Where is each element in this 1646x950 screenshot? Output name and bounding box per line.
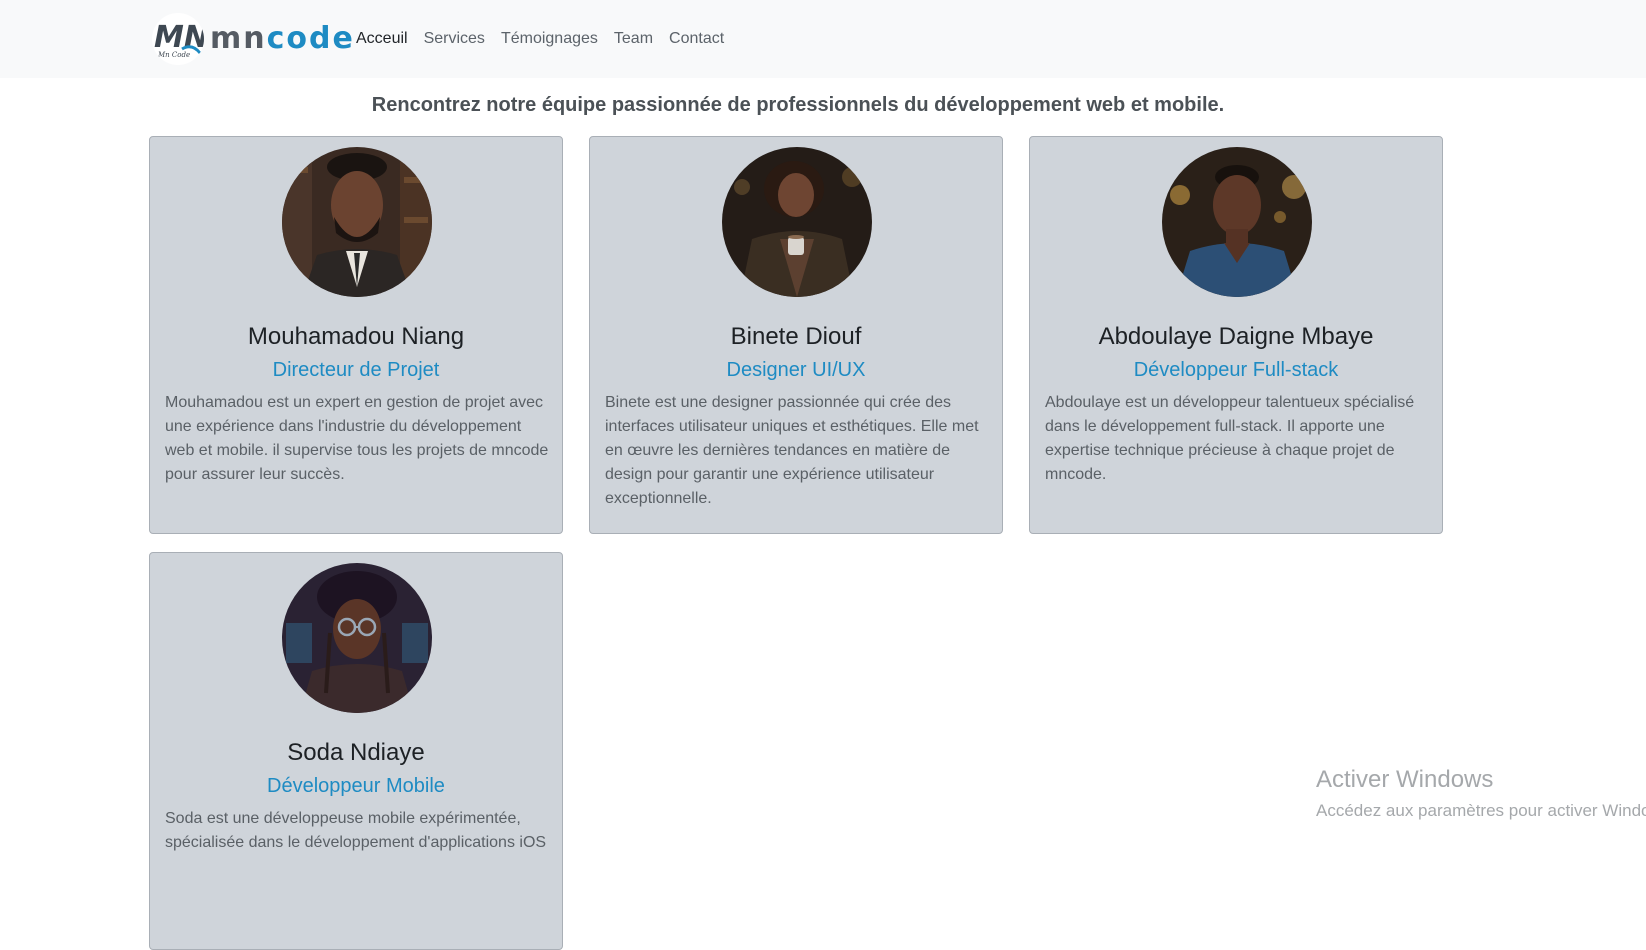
man-in-blue-shirt-avatar-icon xyxy=(1162,147,1312,297)
team-intro-heading: Rencontrez notre équipe passionnée de pr… xyxy=(371,94,1225,116)
nav-item-contact[interactable]: Contact xyxy=(669,28,724,50)
watermark-title: Activer Windows xyxy=(1316,766,1494,793)
team-card: Soda Ndiaye Développeur Mobile Soda est … xyxy=(149,552,563,950)
member-name: Mouhamadou Niang xyxy=(247,323,465,350)
nav-item-team[interactable]: Team xyxy=(614,28,653,50)
team-card: Mouhamadou Niang Directeur de Projet Mou… xyxy=(149,136,563,534)
member-name: Binete Diouf xyxy=(730,323,862,350)
member-description: Mouhamadou est un expert en gestion de p… xyxy=(165,394,549,483)
member-role: Directeur de Projet xyxy=(272,359,440,381)
navbar: MN Mn Code mncode Acceuil Services Témoi… xyxy=(0,0,1646,78)
member-role: Designer UI/UX xyxy=(726,359,866,381)
windows-activation-watermark: Activer Windows Accédez aux paramètres p… xyxy=(1316,766,1646,822)
member-description: Binete est une designer passionnée qui c… xyxy=(605,394,979,507)
brand-name-part2: code xyxy=(266,21,355,56)
svg-text:Mn Code: Mn Code xyxy=(157,51,190,59)
woman-with-glasses-avatar-icon xyxy=(282,563,432,713)
woman-with-coffee-avatar-icon xyxy=(722,147,872,297)
member-description: Abdoulaye est un développeur talentueux … xyxy=(1045,394,1415,483)
member-name: Soda Ndiaye xyxy=(287,739,425,766)
member-role: Développeur Full-stack xyxy=(1133,359,1339,381)
brand-name: mncode xyxy=(210,24,355,54)
member-name: Abdoulaye Daigne Mbaye xyxy=(1098,323,1374,350)
nav-item-acceuil[interactable]: Acceuil xyxy=(356,28,408,50)
team-card: Binete Diouf Designer UI/UX Binete est u… xyxy=(589,136,1003,534)
nav-item-services[interactable]: Services xyxy=(424,28,485,50)
brand-logo-icon: MN Mn Code xyxy=(152,13,204,65)
team-card: Abdoulaye Daigne Mbaye Développeur Full-… xyxy=(1029,136,1443,534)
member-description: Soda est une développeuse mobile expérim… xyxy=(165,810,547,851)
watermark-subtitle: Accédez aux paramètres pour activer Wind… xyxy=(1316,801,1646,820)
brand-name-part1: mn xyxy=(210,21,267,56)
member-role: Développeur Mobile xyxy=(267,775,445,797)
main-nav: Acceuil Services Témoignages Team Contac… xyxy=(356,28,740,50)
nav-item-temoignages[interactable]: Témoignages xyxy=(501,28,598,50)
man-in-suit-avatar-icon xyxy=(282,147,432,297)
brand-link[interactable]: MN Mn Code mncode xyxy=(152,13,355,65)
